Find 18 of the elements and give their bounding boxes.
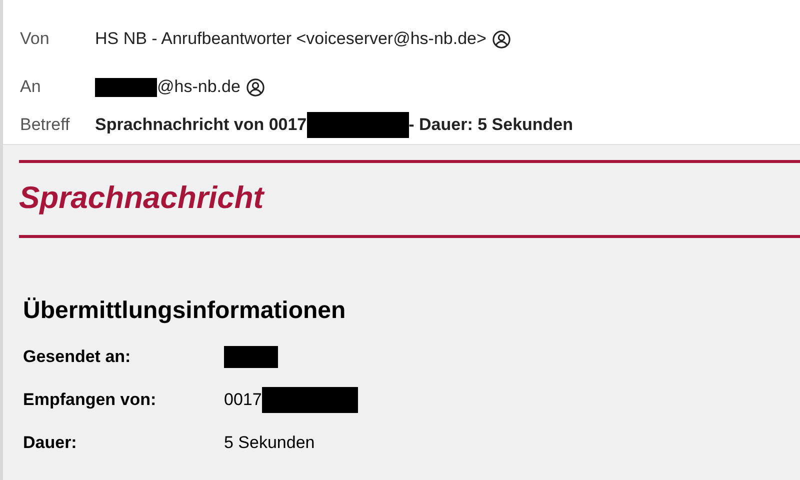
info-label: Empfangen von:	[23, 388, 158, 411]
field-value: Sprachnachricht von 0017	[95, 114, 307, 136]
message-title: Sprachnachricht	[19, 178, 266, 217]
contact-icon[interactable]	[246, 78, 266, 96]
redaction-bar	[224, 346, 278, 368]
info-value: 5 Sekunden	[224, 432, 315, 454]
field-value: HS NB - Anrufbeantworter <voiceserver@hs-nb.de>	[95, 28, 486, 50]
redaction-bar	[95, 78, 157, 96]
info-value: 0017	[224, 388, 262, 411]
section-heading: Übermittlungsinformationen	[23, 296, 347, 326]
field-label: Von	[20, 28, 50, 50]
contact-icon[interactable]	[492, 30, 512, 48]
field-label: An	[20, 76, 42, 98]
field-value: - Dauer: 5 Sekunden	[408, 114, 574, 136]
field-value: @hs-nb.de	[157, 76, 240, 98]
info-label: Gesendet an:	[23, 346, 132, 368]
info-label: Dauer:	[23, 432, 78, 454]
field-label: Betreff	[20, 114, 71, 136]
